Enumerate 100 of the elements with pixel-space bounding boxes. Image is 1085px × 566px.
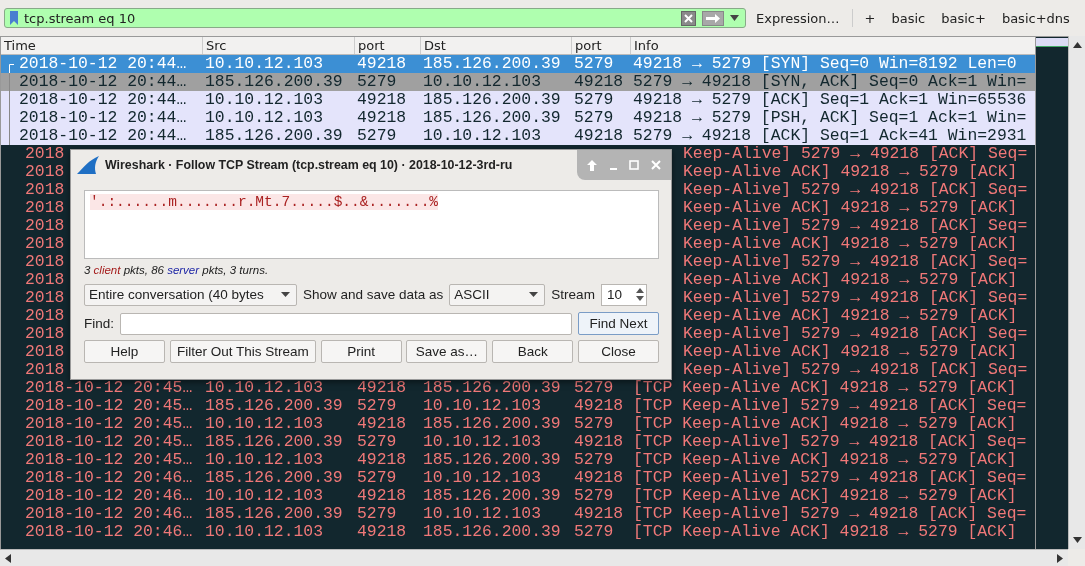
port-cell-text: 49218: [356, 451, 408, 469]
time-cell: 2018-10-12 20:44…: [19, 91, 187, 109]
filter-button[interactable]: +: [858, 10, 882, 26]
port-cell-text: 5279: [573, 379, 615, 397]
filter-button[interactable]: basic+: [935, 10, 992, 26]
column-header[interactable]: Info: [631, 37, 1035, 54]
source-cell-text: 185.126.200.39: [204, 469, 344, 487]
source-cell-text: 185.126.200.39: [204, 127, 344, 145]
scroll-right-icon[interactable]: [1057, 553, 1063, 563]
dialog-button[interactable]: Print: [320, 340, 402, 363]
port-cell-text: 49218: [573, 127, 625, 145]
info-cell-text: Keep-Alive] 5279 → 49218 [ACK] Seq=: [682, 145, 1028, 163]
dialog-button[interactable]: Close: [578, 340, 659, 363]
format-dropdown[interactable]: ASCII: [449, 283, 546, 306]
scroll-down-icon[interactable]: [1072, 537, 1082, 543]
destination-cell-text: 10.10.12.103: [422, 73, 543, 91]
source-cell-text: 185.126.200.39: [204, 73, 344, 91]
destination-cell-text: 10.10.12.103: [422, 433, 543, 451]
port-cell-text: 5279: [356, 127, 398, 145]
port-cell-text: 49218: [573, 433, 625, 451]
column-header[interactable]: port: [355, 37, 421, 54]
shark-fin-icon: [77, 156, 99, 174]
caret-icon: [529, 292, 539, 297]
port-cell-text: 49218: [573, 505, 625, 523]
port-cell-text: 5279: [356, 73, 398, 91]
time-cell: 2018-10-12 20:46…: [25, 505, 193, 523]
bookmark-icon[interactable]: [10, 11, 18, 25]
info-cell-text: [TCP Keep-Alive] 5279 → 49218 [ACK] Seq=: [632, 433, 1028, 451]
maximize-icon[interactable]: [629, 160, 640, 170]
column-header[interactable]: Time: [1, 37, 203, 54]
time-cell: 2018-10-12 20:44…: [19, 127, 187, 145]
port-cell-text: 49218: [573, 397, 625, 415]
scroll-left-icon[interactable]: [5, 553, 11, 563]
port-cell-text: 49218: [356, 487, 408, 505]
vertical-scrollbar[interactable]: [1068, 36, 1085, 549]
dialog-button[interactable]: Help: [84, 340, 165, 363]
dialog-button[interactable]: Filter Out This Stream: [169, 340, 316, 363]
port-cell-text: 49218: [573, 469, 625, 487]
stream-text: '.:......m.......r.Mt.7.....$..&.......%: [90, 194, 439, 210]
dropdown-caret-icon[interactable]: [730, 15, 739, 21]
find-next-button[interactable]: Find Next: [578, 312, 659, 335]
time-cell: 2018-10-12 20:44…: [19, 55, 187, 73]
dialog-button[interactable]: Save as…: [406, 340, 488, 363]
info-cell-text: Keep-Alive ACK] 49218 → 5279 [ACK]: [682, 235, 1018, 253]
source-cell-text: 185.126.200.39: [204, 433, 344, 451]
up-arrow-icon[interactable]: [586, 159, 597, 171]
info-cell-text: Keep-Alive] 5279 → 49218 [ACK] Seq=: [682, 217, 1028, 235]
stream-spinbox[interactable]: 10: [600, 283, 647, 306]
column-header[interactable]: Src: [203, 37, 355, 54]
port-cell-text: 49218: [356, 415, 408, 433]
info-cell-text: Keep-Alive ACK] 49218 → 5279 [ACK]: [682, 199, 1018, 217]
scroll-up-icon[interactable]: [1072, 42, 1082, 48]
clear-icon[interactable]: [681, 10, 696, 26]
source-cell-text: 10.10.12.103: [204, 451, 325, 469]
port-cell-text: 5279: [573, 451, 615, 469]
spin-down-icon[interactable]: [635, 296, 644, 301]
info-cell-text: [TCP Keep-Alive] 5279 → 49218 [ACK] Seq=: [632, 397, 1028, 415]
destination-cell-text: 185.126.200.39: [422, 523, 562, 541]
filter-button[interactable]: Expression…: [750, 10, 846, 26]
port-cell-text: 5279: [573, 109, 615, 127]
info-cell-text: Keep-Alive ACK] 49218 → 5279 [ACK]: [682, 307, 1018, 325]
filter-button[interactable]: basic+dns: [995, 10, 1076, 26]
port-cell-text: 5279: [573, 55, 615, 73]
close-icon[interactable]: [651, 160, 662, 170]
time-cell: 2018: [25, 145, 65, 163]
source-cell-text: 185.126.200.39: [204, 505, 344, 523]
filter-button[interactable]: basic: [885, 10, 932, 26]
port-cell-text: 5279: [573, 91, 615, 109]
time-cell: 2018: [25, 199, 65, 217]
format-label: Show and save data as: [303, 287, 444, 302]
info-cell-text: [TCP Keep-Alive ACK] 49218 → 5279 [ACK]: [632, 451, 1018, 469]
find-label: Find:: [84, 316, 114, 331]
display-filter-field[interactable]: tcp.stream eq 10: [4, 8, 746, 28]
column-header[interactable]: port: [572, 37, 631, 54]
conversation-dropdown[interactable]: Entire conversation (40 bytes: [84, 283, 297, 306]
time-cell: 2018: [25, 235, 65, 253]
stream-content-area[interactable]: '.:......m.......r.Mt.7.....$..&.......%: [84, 190, 659, 259]
info-cell-text: Keep-Alive ACK] 49218 → 5279 [ACK]: [682, 343, 1018, 361]
time-cell: 2018-10-12 20:46…: [25, 523, 193, 541]
port-cell-text: 5279: [573, 487, 615, 505]
dialog-button[interactable]: Back: [492, 340, 574, 363]
horizontal-scrollbar[interactable]: [0, 549, 1068, 566]
source-cell-text: 10.10.12.103: [204, 55, 325, 73]
destination-cell-text: 185.126.200.39: [422, 109, 562, 127]
time-cell: 2018-10-12 20:45…: [25, 451, 193, 469]
port-cell-text: 5279: [356, 397, 398, 415]
time-cell: 2018-10-12 20:44…: [19, 73, 187, 91]
find-field[interactable]: [120, 312, 572, 335]
time-cell: 2018: [25, 307, 65, 325]
time-cell: 2018-10-12 20:45…: [25, 433, 193, 451]
info-cell-text: [TCP Keep-Alive ACK] 49218 → 5279 [ACK]: [632, 415, 1018, 433]
port-cell-text: 5279: [356, 469, 398, 487]
source-cell-text: 185.126.200.39: [204, 397, 344, 415]
source-cell-text: 10.10.12.103: [204, 523, 325, 541]
port-cell-text: 49218: [573, 73, 625, 91]
destination-cell-text: 185.126.200.39: [422, 379, 562, 397]
destination-cell-text: 10.10.12.103: [422, 397, 543, 415]
column-header[interactable]: Dst: [421, 37, 572, 54]
port-cell-text: 5279: [356, 433, 398, 451]
destination-cell-text: 10.10.12.103: [422, 505, 543, 523]
